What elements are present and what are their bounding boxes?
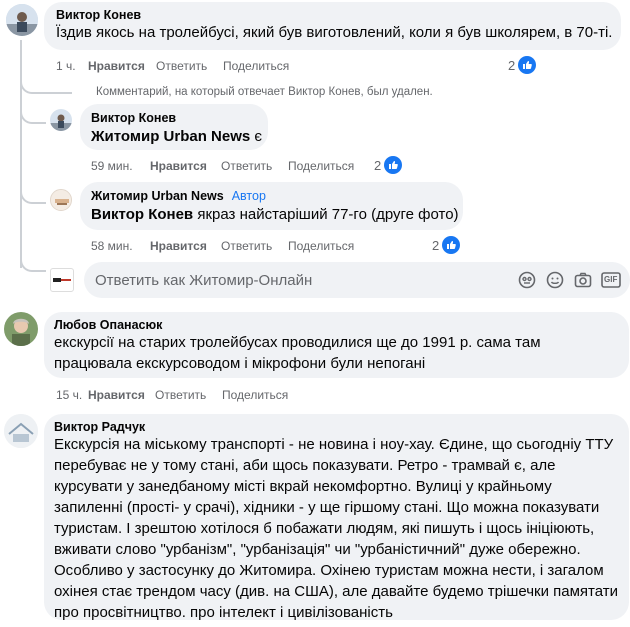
camera-icon[interactable] xyxy=(574,271,592,289)
thread-branch xyxy=(20,108,46,124)
comment-text: Екскурсія на міському транспорті - не но… xyxy=(54,436,618,621)
reply-text: Житомир Urban News є xyxy=(91,126,262,147)
avatar[interactable] xyxy=(6,4,38,36)
reply-button[interactable]: Ответить xyxy=(221,239,288,253)
comment-author[interactable]: Виктор Конев xyxy=(56,8,609,22)
comment-time[interactable]: 59 мин. xyxy=(91,159,150,173)
reply-author[interactable]: Житомир Urban News xyxy=(91,189,224,203)
share-button[interactable]: Поделиться xyxy=(223,59,289,73)
reply-bubble: Житомир Urban News Автор Виктор Конев як… xyxy=(80,182,463,230)
page-avatar xyxy=(50,268,74,292)
reaction-number: 2 xyxy=(374,157,382,173)
mention-link[interactable]: Виктор Конев xyxy=(91,206,193,223)
share-button[interactable]: Поделиться xyxy=(222,388,288,402)
avatar[interactable] xyxy=(4,312,38,346)
comment-text: Їздив якось на тролейбусі, який був виго… xyxy=(56,24,613,41)
like-button[interactable]: Нравится xyxy=(88,59,156,73)
comment-author[interactable]: Любов Опанасюк xyxy=(54,318,619,332)
reply-text: Виктор Конев якраз найстаріший 77-го (др… xyxy=(91,204,459,225)
avatar-sticker-icon[interactable] xyxy=(518,271,536,289)
thread-branch xyxy=(20,256,46,272)
gif-label: GIF xyxy=(604,275,618,284)
like-button[interactable]: Нравится xyxy=(88,388,155,402)
reaction-count[interactable]: 2 xyxy=(432,236,461,254)
comment-author[interactable]: Виктор Радчук xyxy=(54,420,619,434)
avatar[interactable] xyxy=(4,414,38,448)
reply-bubble: Виктор Конев Житомир Urban News є xyxy=(80,104,268,150)
comment-text: екскурсії на старих тролейбусах проводил… xyxy=(54,334,541,372)
comment-actions: 15 ч. Нравится Ответить Поделиться xyxy=(56,388,288,402)
comment-bubble: Любов Опанасюк екскурсії на старих троле… xyxy=(44,312,629,378)
reply-input-placeholder: Ответить как Житомир-Онлайн xyxy=(95,272,313,289)
share-button[interactable]: Поделиться xyxy=(288,239,354,253)
reaction-number: 2 xyxy=(432,237,440,253)
author-badge: Автор xyxy=(231,189,266,203)
comment-actions: 59 мин. Нравится Ответить Поделиться xyxy=(91,159,354,173)
page-avatar[interactable] xyxy=(50,189,72,211)
comment-actions: 58 мин. Нравится Ответить Поделиться xyxy=(91,239,354,253)
thread-branch xyxy=(20,188,46,204)
reaction-count[interactable]: 2 xyxy=(508,56,537,74)
reply-author[interactable]: Виктор Конев xyxy=(91,111,257,125)
comment-time[interactable]: 58 мин. xyxy=(91,239,150,253)
like-icon xyxy=(384,156,403,174)
like-button[interactable]: Нравится xyxy=(150,239,221,253)
reply-input[interactable]: Ответить как Житомир-Онлайн GIF xyxy=(84,262,630,298)
emoji-icon[interactable] xyxy=(546,271,564,289)
reply-button[interactable]: Ответить xyxy=(155,388,222,402)
comment-bubble: Виктор Конев Їздив якось на тролейбусі, … xyxy=(44,2,621,50)
comment-time[interactable]: 1 ч. xyxy=(56,59,88,73)
comment-actions: 1 ч. Нравится Ответить Поделиться xyxy=(56,59,289,73)
like-button[interactable]: Нравится xyxy=(150,159,221,173)
reply-button[interactable]: Ответить xyxy=(156,59,223,73)
like-icon xyxy=(442,236,461,254)
like-icon xyxy=(518,56,537,74)
comment-bubble: Виктор Радчук Екскурсія на міському тран… xyxy=(44,414,629,621)
thread-line xyxy=(20,40,22,268)
share-button[interactable]: Поделиться xyxy=(288,159,354,173)
reaction-number: 2 xyxy=(508,57,516,73)
reply-text-rest: є xyxy=(250,128,263,145)
deleted-comment-notice: Комментарий, на который отвечает Виктор … xyxy=(96,86,433,98)
reply-text-rest: якраз найстаріший 77-го (друге фото) xyxy=(193,206,459,223)
reply-author-row: Житомир Urban News Автор xyxy=(91,189,452,203)
mention-link[interactable]: Житомир Urban News xyxy=(91,128,250,145)
reaction-count[interactable]: 2 xyxy=(374,156,403,174)
avatar[interactable] xyxy=(50,109,72,131)
comment-time[interactable]: 15 ч. xyxy=(56,388,88,402)
reply-button[interactable]: Ответить xyxy=(221,159,288,173)
gif-icon[interactable]: GIF xyxy=(601,271,621,289)
thread-branch xyxy=(20,76,72,94)
